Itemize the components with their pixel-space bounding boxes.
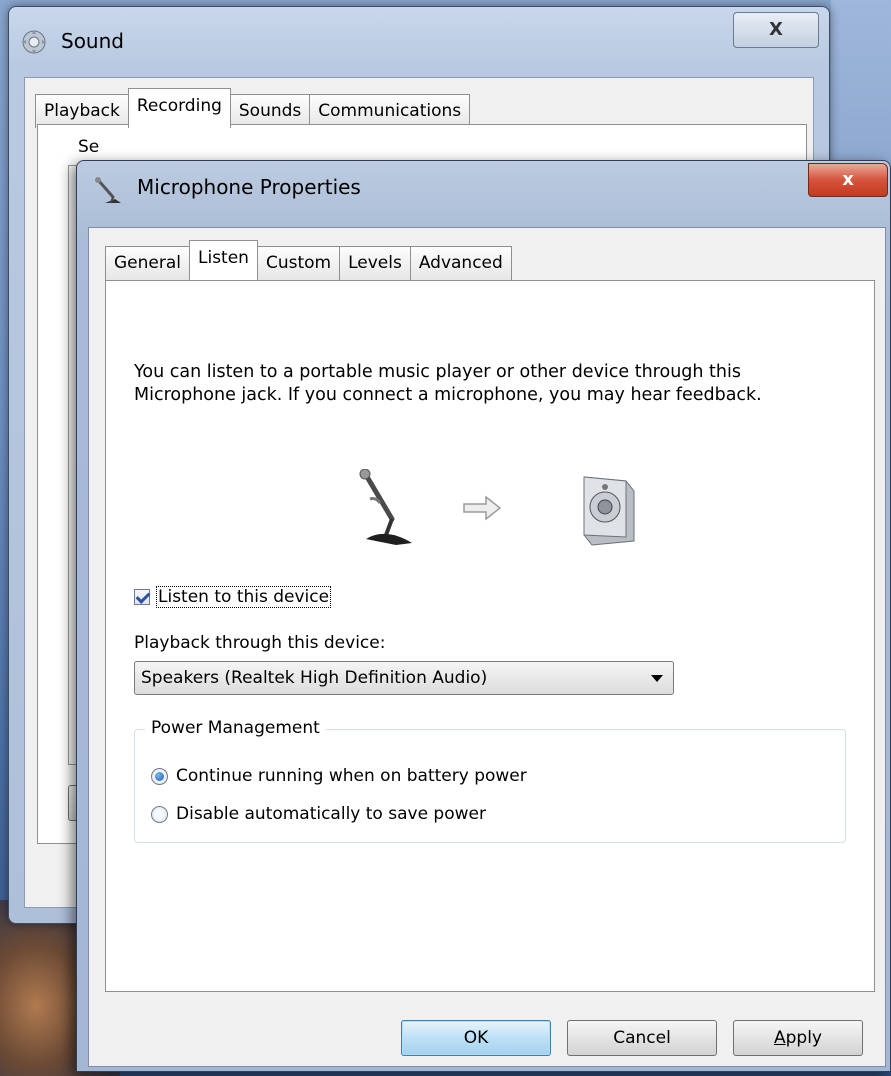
microphone-illustration-icon xyxy=(359,469,412,545)
tab-general[interactable]: General xyxy=(105,246,190,280)
mic-close-button[interactable]: x xyxy=(808,163,888,197)
sound-titlebar[interactable]: Sound X xyxy=(9,7,829,73)
tab-advanced[interactable]: Advanced xyxy=(409,246,512,280)
speaker-gear-icon xyxy=(22,30,46,54)
mic-tab-row: General Listen Custom Levels Advanced xyxy=(105,240,512,280)
listen-checkbox[interactable] xyxy=(134,589,150,605)
tab-playback[interactable]: Playback xyxy=(35,94,129,128)
playback-device-value: Speakers (Realtek High Definition Audio) xyxy=(141,668,488,688)
tab-communications[interactable]: Communications xyxy=(309,94,471,128)
cancel-button[interactable]: Cancel xyxy=(567,1020,717,1056)
sound-close-button[interactable]: X xyxy=(733,12,819,48)
apply-accelerator: A xyxy=(773,1028,786,1048)
sound-hint-text: Se xyxy=(78,137,100,157)
playback-device-label: Playback through this device: xyxy=(134,633,386,653)
ok-button[interactable]: OK xyxy=(401,1020,551,1056)
microphone-properties-window: Microphone Properties x General Listen C… xyxy=(76,160,891,1072)
tab-recording[interactable]: Recording xyxy=(127,88,231,128)
continue-running-option[interactable]: Continue running when on battery power xyxy=(151,766,527,786)
continue-running-label[interactable]: Continue running when on battery power xyxy=(176,766,527,786)
tab-levels[interactable]: Levels xyxy=(339,246,411,280)
right-arrow-icon xyxy=(463,495,502,521)
sound-window-title: Sound xyxy=(61,29,124,53)
apply-label-rest: pply xyxy=(785,1028,822,1048)
tab-sounds[interactable]: Sounds xyxy=(229,94,311,128)
disable-automatically-option[interactable]: Disable automatically to save power xyxy=(151,804,486,824)
tab-listen[interactable]: Listen xyxy=(189,240,258,280)
listen-checkbox-row[interactable]: Listen to this device xyxy=(134,586,332,608)
listen-checkbox-label[interactable]: Listen to this device xyxy=(156,586,332,608)
microphone-icon xyxy=(95,177,121,204)
sound-tab-row: Playback Recording Sounds Communications xyxy=(35,88,471,128)
playback-device-select[interactable]: Speakers (Realtek High Definition Audio) xyxy=(134,661,674,695)
disable-automatically-label[interactable]: Disable automatically to save power xyxy=(176,804,486,824)
dropdown-arrow-icon xyxy=(651,675,663,682)
power-management-group: Power Management Continue running when o… xyxy=(134,718,846,843)
disable-automatically-radio[interactable] xyxy=(151,805,168,823)
mic-window-title: Microphone Properties xyxy=(137,175,361,199)
continue-running-radio[interactable] xyxy=(151,767,168,785)
apply-button[interactable]: Apply xyxy=(733,1020,863,1056)
tab-custom[interactable]: Custom xyxy=(256,246,341,280)
power-management-legend: Power Management xyxy=(145,718,326,738)
speaker-icon xyxy=(583,476,635,546)
listen-description: You can listen to a portable music playe… xyxy=(134,362,762,405)
dialog-button-bar: OK Cancel Apply xyxy=(89,1020,885,1060)
listen-tab-page: You can listen to a portable music playe… xyxy=(105,280,875,992)
mic-client-area: General Listen Custom Levels Advanced Yo… xyxy=(88,227,886,1067)
